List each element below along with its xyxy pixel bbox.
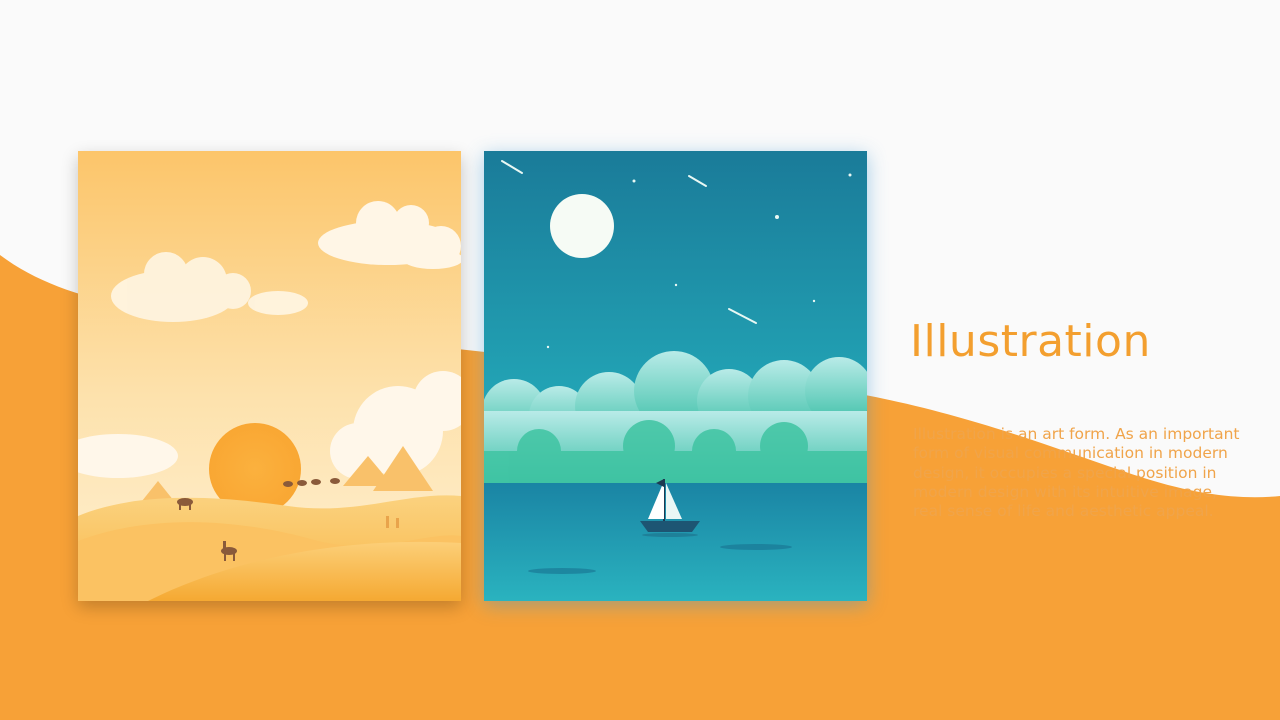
ocean-night-illustration [484,151,867,601]
slide-title: Illustration [910,316,1151,367]
slide-body-text: Illustration is an art form. As an impor… [913,425,1240,521]
desert-illustration [78,151,461,601]
